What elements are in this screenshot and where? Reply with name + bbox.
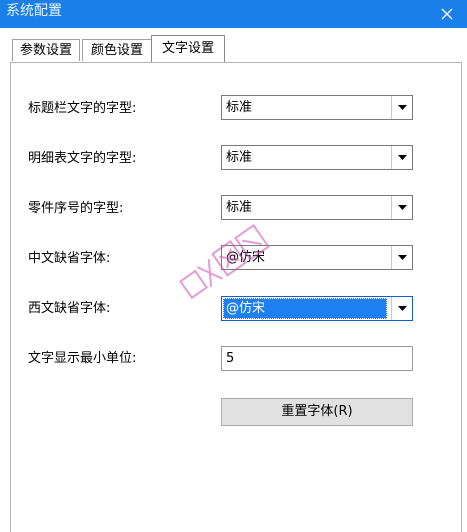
- title-font-label: 标题栏文字的字型:: [28, 101, 137, 116]
- tab-text[interactable]: 文字设置: [151, 35, 225, 62]
- dropdown-button[interactable]: [391, 297, 412, 320]
- chevron-down-icon: [397, 306, 407, 311]
- detail-font-value: 标准: [226, 150, 253, 165]
- tab-colors[interactable]: 颜色设置: [82, 39, 152, 61]
- tab-strip: 参数设置 颜色设置 文字设置: [0, 28, 467, 64]
- close-button[interactable]: [427, 0, 467, 28]
- title-font-select[interactable]: 标准: [221, 95, 413, 120]
- min-text-unit-label: 文字显示最小单位:: [28, 351, 137, 366]
- chinese-font-select[interactable]: @仿宋: [221, 245, 413, 270]
- dropdown-button[interactable]: [391, 196, 412, 219]
- detail-font-label: 明细表文字的字型:: [28, 151, 137, 166]
- chevron-down-icon: [397, 205, 407, 210]
- settings-dialog: 系统配置 参数设置 颜色设置 文字设置 标题栏文字的字型: 标准 明细表文字的字…: [0, 0, 467, 532]
- close-icon: [441, 8, 453, 20]
- chevron-down-icon: [397, 255, 407, 260]
- dropdown-button[interactable]: [391, 246, 412, 269]
- detail-font-select[interactable]: 标准: [221, 145, 413, 170]
- part-number-font-label: 零件序号的字型:: [28, 201, 124, 216]
- western-font-label: 西文缺省字体:: [28, 301, 111, 316]
- dropdown-button[interactable]: [391, 96, 412, 119]
- min-text-unit-value: 5: [226, 351, 235, 366]
- window-title: 系统配置: [6, 3, 62, 19]
- chinese-font-label: 中文缺省字体:: [28, 251, 111, 266]
- dropdown-button[interactable]: [391, 146, 412, 169]
- part-number-font-value: 标准: [226, 200, 253, 215]
- min-text-unit-input[interactable]: 5: [221, 346, 413, 371]
- title-bar[interactable]: 系统配置: [0, 0, 467, 28]
- chevron-down-icon: [397, 155, 407, 160]
- chinese-font-value: @仿宋: [226, 250, 266, 265]
- tab-parameters[interactable]: 参数设置: [12, 39, 80, 61]
- part-number-font-select[interactable]: 标准: [221, 195, 413, 220]
- chevron-down-icon: [397, 105, 407, 110]
- reset-font-button[interactable]: 重置字体(R): [221, 398, 413, 426]
- western-font-value: @仿宋: [223, 298, 387, 319]
- title-font-value: 标准: [226, 100, 253, 115]
- western-font-select[interactable]: @仿宋: [221, 296, 413, 321]
